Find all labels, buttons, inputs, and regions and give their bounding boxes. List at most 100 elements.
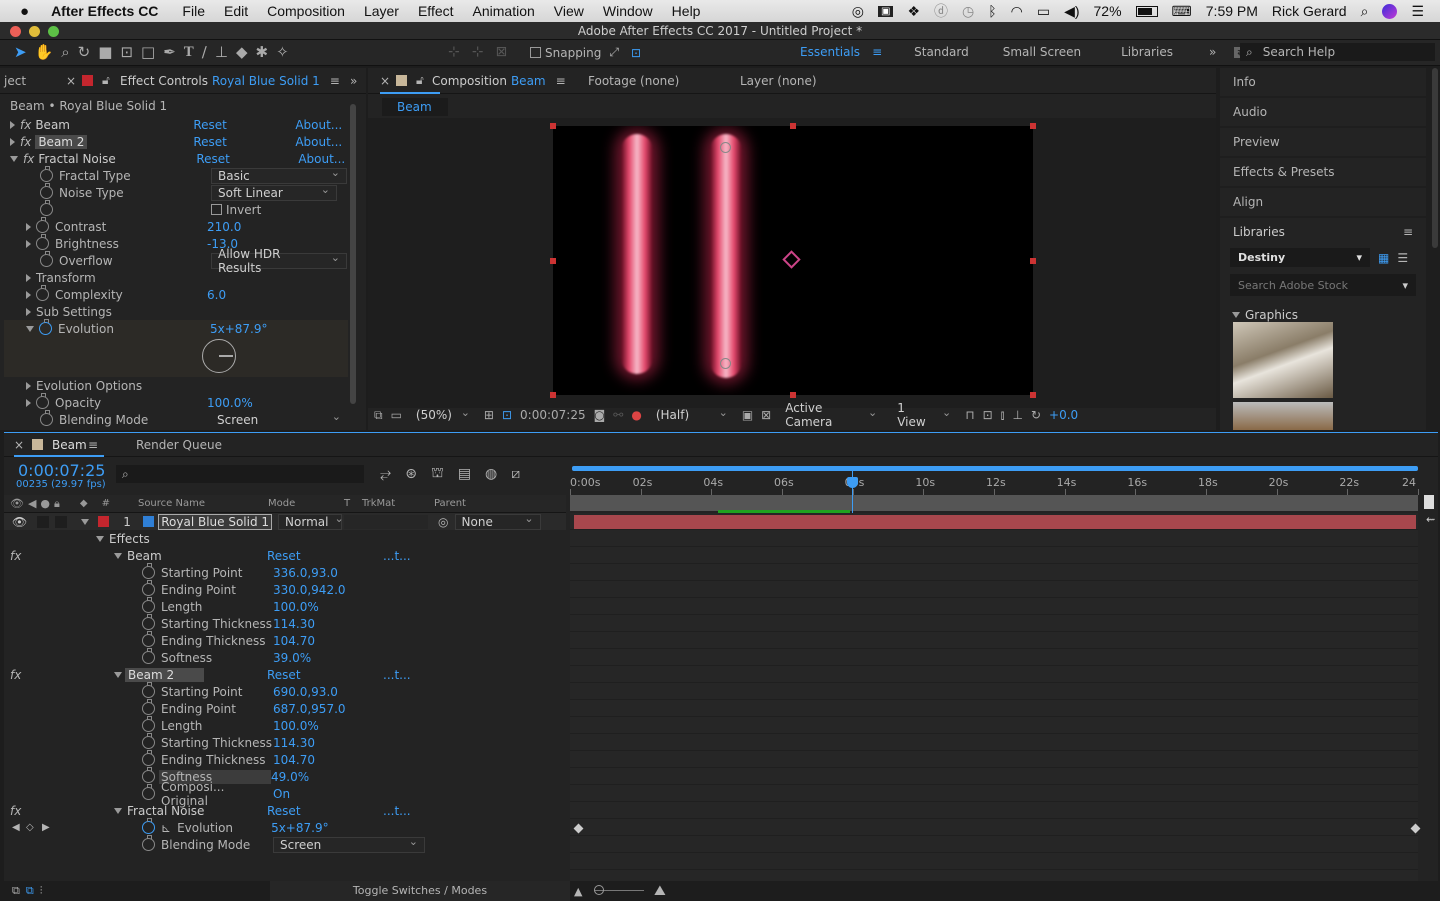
zoom-slider-thumb[interactable] bbox=[594, 885, 604, 895]
puppet-pin-tool-icon[interactable]: ✧ bbox=[276, 43, 289, 61]
fast-previews-icon[interactable]: ⊡ bbox=[983, 408, 993, 422]
snapshot-icon[interactable]: ◙ bbox=[594, 408, 606, 422]
stopwatch-icon[interactable] bbox=[40, 200, 53, 216]
right-scrollbar[interactable] bbox=[1432, 68, 1438, 248]
prop-value[interactable]: 690.0,93.0 bbox=[273, 685, 338, 699]
close-tab-icon[interactable]: × bbox=[14, 438, 24, 452]
layer-row[interactable]: 👁︎ 1 Royal Blue Solid 1 Normal ◎ None bbox=[4, 513, 566, 530]
align-panel-header[interactable]: Align bbox=[1220, 188, 1426, 216]
always-preview-icon[interactable]: ⧉ bbox=[374, 408, 383, 423]
spotlight-icon[interactable]: ⌕ bbox=[1361, 3, 1369, 20]
reset-exposure-icon[interactable]: ↻ bbox=[1031, 408, 1041, 422]
timeline-tab[interactable]: Beam bbox=[52, 438, 87, 452]
reset-link[interactable]: Reset bbox=[267, 668, 383, 682]
invert-checkbox[interactable] bbox=[211, 204, 222, 215]
expand-icon[interactable] bbox=[26, 398, 31, 407]
prop-value[interactable]: 330.0,942.0 bbox=[273, 583, 346, 597]
collapse-fractal-noise-icon[interactable] bbox=[10, 155, 18, 162]
layer-duration-bar[interactable] bbox=[574, 515, 1416, 529]
shy-layers-icon[interactable]: ⛫ bbox=[431, 465, 444, 483]
pen-tool-icon[interactable]: ✒ bbox=[163, 43, 176, 61]
stopwatch-icon[interactable] bbox=[142, 699, 155, 715]
hand-tool-icon[interactable]: ✋ bbox=[35, 43, 54, 61]
expand-icon[interactable] bbox=[26, 273, 31, 282]
close-tab-icon[interactable]: × bbox=[66, 74, 76, 88]
layer-handle[interactable] bbox=[790, 123, 796, 129]
rectangle-tool-icon[interactable]: □ bbox=[141, 43, 155, 61]
prop-value[interactable]: 114.30 bbox=[273, 617, 315, 631]
panel-menu-icon[interactable]: ≡ bbox=[556, 74, 566, 88]
draft-3d-icon[interactable]: ⊛ bbox=[405, 466, 417, 482]
workspace-libraries[interactable]: Libraries bbox=[1121, 45, 1173, 59]
overflow-dropdown[interactable]: Allow HDR Results bbox=[211, 247, 347, 275]
collapse-graphics-icon[interactable] bbox=[1232, 312, 1240, 318]
stopwatch-icon[interactable] bbox=[36, 393, 49, 409]
snapping-checkbox[interactable] bbox=[530, 47, 541, 58]
reset-link[interactable]: Reset bbox=[193, 135, 295, 149]
snap-edges-icon[interactable]: ⤢ bbox=[609, 45, 619, 60]
effect-controls-link[interactable]: ...t... bbox=[383, 804, 411, 818]
snap-features-icon[interactable]: ⊡ bbox=[631, 46, 641, 60]
beam-end-handle[interactable] bbox=[720, 358, 731, 369]
layer-search[interactable]: ⌕ bbox=[116, 465, 364, 483]
contrast-value[interactable]: 210.0 bbox=[207, 220, 241, 234]
creative-cloud-icon[interactable]: ◎ bbox=[852, 3, 864, 20]
ruler-scroll-handle[interactable] bbox=[1424, 495, 1434, 509]
roto-brush-tool-icon[interactable]: ✱ bbox=[255, 43, 268, 61]
prop-value[interactable]: On bbox=[273, 787, 290, 801]
comp-timecode[interactable]: 0:00:07:25 bbox=[520, 408, 586, 422]
wifi-icon[interactable]: ◠ bbox=[1011, 3, 1023, 20]
collapse-beam-2-icon[interactable] bbox=[114, 671, 122, 678]
stopwatch-icon[interactable] bbox=[142, 750, 155, 766]
pixel-aspect-icon[interactable]: ⊓ bbox=[965, 408, 974, 422]
user-name[interactable]: Rick Gerard bbox=[1272, 3, 1347, 19]
stopwatch-icon[interactable] bbox=[142, 563, 155, 579]
time-machine-icon[interactable]: ◷ bbox=[962, 3, 974, 20]
prop-value[interactable]: 336.0,93.0 bbox=[273, 566, 338, 580]
comp-flowchart-tab[interactable]: Beam bbox=[382, 98, 448, 116]
panel-menu-icon[interactable]: ≡ bbox=[1403, 225, 1413, 239]
layer-handle[interactable] bbox=[550, 392, 556, 398]
pickwhip-icon[interactable]: ◎ bbox=[438, 515, 448, 529]
timeline-icon[interactable]: ⫾ bbox=[1001, 408, 1005, 423]
stopwatch-icon[interactable] bbox=[40, 410, 53, 426]
panel-menu-icon[interactable]: ≡ bbox=[88, 438, 98, 452]
effect-controls-tab-label[interactable]: Effect Controls bbox=[120, 74, 208, 88]
axis-world-icon[interactable]: ⊹ bbox=[472, 44, 484, 60]
fx-icon[interactable]: fx bbox=[10, 804, 21, 818]
timeline-scrollbar[interactable]: ⇜ bbox=[1426, 513, 1436, 527]
anchor-point-icon[interactable] bbox=[782, 250, 801, 269]
effect-row-fractal-noise[interactable]: fx Fractal Noise Reset About... bbox=[4, 150, 348, 167]
prop-value[interactable]: 100.0% bbox=[273, 600, 319, 614]
toggle-switches-modes[interactable]: Toggle Switches / Modes bbox=[270, 881, 570, 901]
noise-type-dropdown[interactable]: Soft Linear bbox=[211, 184, 337, 201]
guides-icon[interactable]: ⊞ bbox=[484, 408, 494, 422]
stopwatch-icon[interactable] bbox=[142, 716, 155, 732]
fractal-type-dropdown[interactable]: Basic bbox=[211, 167, 347, 184]
stopwatch-icon[interactable] bbox=[142, 631, 155, 647]
effect-controls-link[interactable]: ...t... bbox=[383, 668, 411, 682]
parent-dropdown[interactable]: None bbox=[454, 513, 541, 530]
effect-row-beam[interactable]: fx Beam Reset About... bbox=[4, 116, 348, 133]
camera-dropdown[interactable]: Active Camera bbox=[779, 401, 883, 429]
show-snapshot-icon[interactable]: ⚯ bbox=[613, 408, 623, 422]
footage-tab[interactable]: Footage (none) bbox=[588, 74, 679, 88]
expand-beam-icon[interactable] bbox=[10, 120, 15, 129]
region-of-interest-icon[interactable]: ▣ bbox=[742, 408, 753, 422]
menu-window[interactable]: Window bbox=[603, 3, 653, 19]
graph-icon[interactable]: ⊾ bbox=[161, 821, 171, 835]
complexity-value[interactable]: 6.0 bbox=[207, 288, 226, 302]
search-dropdown-icon[interactable]: ▾ bbox=[1402, 279, 1408, 292]
clone-stamp-tool-icon[interactable]: ⊥ bbox=[215, 43, 228, 61]
search-help[interactable]: ⌕ Search Help bbox=[1240, 43, 1435, 61]
comp-mini-flowchart-icon[interactable]: ⥂ bbox=[380, 466, 391, 482]
video-visibility-icon[interactable]: 👁︎ bbox=[12, 515, 27, 529]
layer-tab[interactable]: Layer (none) bbox=[740, 74, 817, 88]
reset-link[interactable]: Reset bbox=[267, 549, 383, 563]
menu-view[interactable]: View bbox=[554, 3, 584, 19]
effects-presets-panel-header[interactable]: Effects & Presets bbox=[1220, 158, 1426, 186]
add-keyframe-icon[interactable]: ◇ bbox=[26, 822, 34, 833]
menu-edit[interactable]: Edit bbox=[224, 3, 248, 19]
prop-value[interactable]: 104.70 bbox=[273, 753, 315, 767]
stopwatch-icon[interactable] bbox=[36, 234, 49, 250]
